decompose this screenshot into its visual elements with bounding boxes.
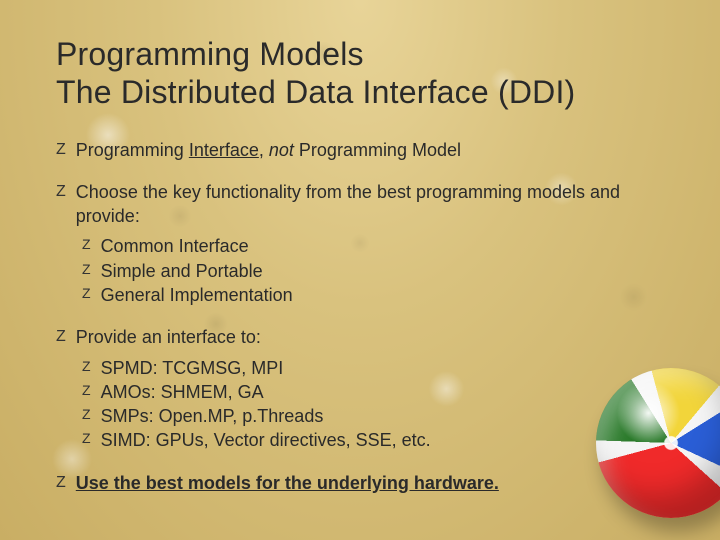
bullet-glyph-icon: Z — [82, 404, 91, 426]
list-item: Z SMPs: Open.MP, p.Threads — [82, 404, 664, 428]
list-item: Z General Implementation — [82, 283, 664, 307]
list-item: Z Simple and Portable — [82, 259, 664, 283]
slide-body: Z Programming Interface, not Programming … — [56, 138, 664, 496]
bullet-text: Choose the key functionality from the be… — [76, 180, 664, 229]
bullet-text: SPMD: TCGMSG, MPI — [101, 356, 284, 380]
bullet-glyph-icon: Z — [56, 471, 66, 495]
title-line-1: Programming Models — [56, 36, 664, 74]
list-item: Z SPMD: TCGMSG, MPI — [82, 356, 664, 380]
bullet-text: Use the best models for the underlying h… — [76, 471, 499, 495]
title-line-2: The Distributed Data Interface (DDI) — [56, 74, 664, 112]
bullet-glyph-icon: Z — [82, 234, 91, 256]
sub-bullet-list: Z SPMD: TCGMSG, MPI Z AMOs: SHMEM, GA Z SMPs:… — [82, 356, 664, 453]
list-item: Z Provide an interface to: Z SPMD: TCGMSG, … — [56, 325, 664, 452]
bullet-text: SMPs: Open.MP, p.Threads — [101, 404, 324, 428]
bullet-glyph-icon: Z — [82, 380, 91, 402]
list-item: Z Choose the key functionality from the b… — [56, 180, 664, 307]
bullet-glyph-icon: Z — [82, 283, 91, 305]
bullet-glyph-icon: Z — [82, 259, 91, 281]
list-item: Z Programming Interface, not Programming … — [56, 138, 664, 162]
bullet-text: Programming Interface, not Programming M… — [76, 138, 461, 162]
list-item: Z Common Interface — [82, 234, 664, 258]
bullet-glyph-icon: Z — [56, 325, 66, 349]
slide: Programming Models The Distributed Data … — [0, 0, 720, 540]
bullet-list: Z Programming Interface, not Programming … — [56, 138, 664, 496]
bullet-glyph-icon: Z — [56, 138, 66, 162]
bullet-text: AMOs: SHMEM, GA — [101, 380, 264, 404]
slide-title: Programming Models The Distributed Data … — [56, 36, 664, 112]
list-item: Z SIMD: GPUs, Vector directives, SSE, etc… — [82, 428, 664, 452]
bullet-text: Simple and Portable — [101, 259, 263, 283]
list-item: Z AMOs: SHMEM, GA — [82, 380, 664, 404]
bullet-text: Provide an interface to: — [76, 325, 261, 349]
bullet-glyph-icon: Z — [82, 428, 91, 450]
bullet-text: Common Interface — [101, 234, 249, 258]
bullet-glyph-icon: Z — [56, 180, 66, 204]
bullet-text: General Implementation — [101, 283, 293, 307]
bullet-text: SIMD: GPUs, Vector directives, SSE, etc. — [101, 428, 431, 452]
list-item: Z Use the best models for the underlying … — [56, 471, 664, 495]
bullet-glyph-icon: Z — [82, 356, 91, 378]
sub-bullet-list: Z Common Interface Z Simple and Portable Z Ge… — [82, 234, 664, 307]
